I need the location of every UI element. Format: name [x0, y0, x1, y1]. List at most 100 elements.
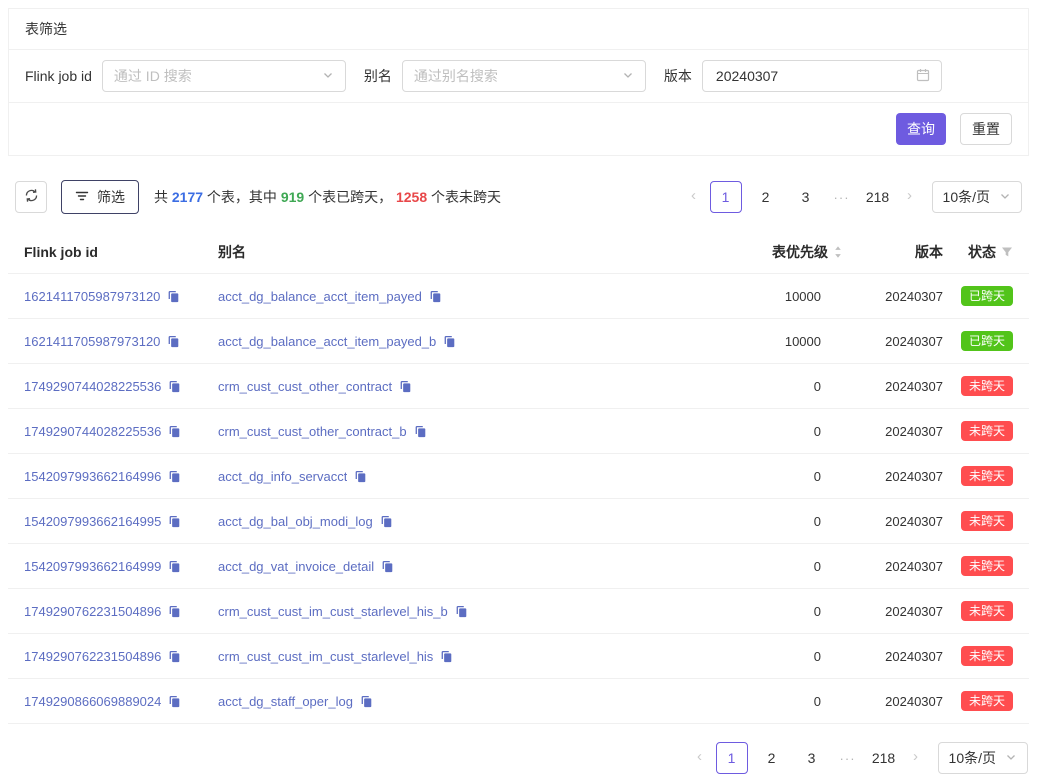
alias-link[interactable]: acct_dg_info_servacct: [218, 469, 347, 484]
job-id-link[interactable]: 1749290762231504896: [24, 604, 161, 619]
alias-link[interactable]: crm_cust_cust_other_contract: [218, 379, 392, 394]
column-header-status[interactable]: 状态: [943, 242, 1013, 262]
version-cell: 20240307: [843, 334, 943, 349]
calendar-icon[interactable]: [916, 68, 930, 85]
version-date-input[interactable]: [714, 67, 916, 85]
pagination-ellipsis: ···: [834, 751, 862, 766]
reset-button[interactable]: 重置: [960, 113, 1012, 145]
copy-icon[interactable]: [168, 650, 181, 663]
flink-job-id-select[interactable]: 通过 ID 搜索: [102, 60, 346, 92]
copy-icon[interactable]: [168, 605, 181, 618]
copy-icon[interactable]: [443, 335, 456, 348]
copy-icon[interactable]: [168, 380, 181, 393]
summary-text: 个表未跨天: [427, 189, 501, 205]
chevron-down-icon: [999, 189, 1011, 205]
toolbar: 筛选 共 2177 个表，其中 919 个表已跨天， 1258 个表未跨天 ‹1…: [8, 180, 1029, 214]
alias-cell: acct_dg_vat_invoice_detail: [218, 559, 663, 574]
alias-link[interactable]: crm_cust_cust_im_cust_starlevel_his_b: [218, 604, 448, 619]
status-cell: 未跨天: [943, 691, 1013, 711]
column-header-job-id: Flink job id: [24, 244, 218, 260]
copy-icon[interactable]: [429, 290, 442, 303]
alias-cell: crm_cust_cust_other_contract: [218, 379, 663, 394]
status-badge: 未跨天: [961, 646, 1013, 666]
prev-page-button[interactable]: ‹: [688, 742, 712, 774]
copy-icon[interactable]: [168, 470, 181, 483]
alias-select[interactable]: 通过别名搜索: [402, 60, 646, 92]
status-badge: 未跨天: [961, 511, 1013, 531]
page-button-218[interactable]: 218: [862, 181, 894, 213]
job-id-link[interactable]: 1749290762231504896: [24, 649, 161, 664]
copy-icon[interactable]: [380, 515, 393, 528]
priority-cell: 0: [663, 694, 843, 709]
alias-link[interactable]: acct_dg_bal_obj_modi_log: [218, 514, 373, 529]
status-cell: 未跨天: [943, 376, 1013, 396]
copy-icon[interactable]: [440, 650, 453, 663]
job-id-link[interactable]: 1749290866069889024: [24, 694, 161, 709]
flink-job-id-field: Flink job id 通过 ID 搜索: [25, 60, 346, 92]
prev-page-button[interactable]: ‹: [682, 181, 706, 213]
copy-icon[interactable]: [167, 335, 180, 348]
page-size-select[interactable]: 10条/页: [932, 181, 1022, 213]
job-id-cell: 1749290744028225536: [24, 379, 218, 394]
query-button[interactable]: 查询: [896, 113, 946, 145]
page-button-1[interactable]: 1: [716, 742, 748, 774]
job-id-link[interactable]: 1621411705987973120: [24, 334, 160, 349]
alias-link[interactable]: acct_dg_vat_invoice_detail: [218, 559, 374, 574]
priority-cell: 0: [663, 514, 843, 529]
copy-icon[interactable]: [455, 605, 468, 618]
alias-link[interactable]: acct_dg_balance_acct_item_payed_b: [218, 334, 436, 349]
copy-icon[interactable]: [168, 560, 181, 573]
filter-lines-icon: [75, 189, 89, 206]
alias-link[interactable]: crm_cust_cust_other_contract_b: [218, 424, 407, 439]
page-button-3[interactable]: 3: [796, 742, 828, 774]
copy-icon[interactable]: [168, 425, 181, 438]
funnel-filter-icon[interactable]: [1001, 246, 1013, 258]
copy-icon[interactable]: [168, 695, 181, 708]
status-cell: 已跨天: [943, 331, 1013, 351]
copy-icon[interactable]: [381, 560, 394, 573]
column-header-priority-label: 表优先级: [772, 242, 828, 262]
copy-icon[interactable]: [168, 515, 181, 528]
flink-job-id-label: Flink job id: [25, 68, 92, 84]
column-header-priority[interactable]: 表优先级: [663, 242, 843, 262]
job-id-link[interactable]: 1749290744028225536: [24, 424, 161, 439]
copy-icon[interactable]: [167, 290, 180, 303]
page-button-2[interactable]: 2: [750, 181, 782, 213]
job-id-link[interactable]: 1542097993662164999: [24, 559, 161, 574]
job-id-link[interactable]: 1621411705987973120: [24, 289, 160, 304]
priority-cell: 0: [663, 604, 843, 619]
page-button-218[interactable]: 218: [868, 742, 900, 774]
copy-icon[interactable]: [360, 695, 373, 708]
page-size-select[interactable]: 10条/页: [938, 742, 1028, 774]
job-id-link[interactable]: 1542097993662164996: [24, 469, 161, 484]
sort-icon[interactable]: [833, 245, 843, 259]
status-cell: 未跨天: [943, 556, 1013, 576]
alias-cell: acct_dg_balance_acct_item_payed: [218, 289, 663, 304]
copy-icon[interactable]: [354, 470, 367, 483]
priority-cell: 0: [663, 469, 843, 484]
job-id-link[interactable]: 1749290744028225536: [24, 379, 161, 394]
table-body: 1621411705987973120 acct_dg_balance_acct_…: [8, 274, 1029, 724]
alias-cell: acct_dg_bal_obj_modi_log: [218, 514, 663, 529]
chevron-down-icon: [1005, 750, 1017, 766]
priority-cell: 0: [663, 559, 843, 574]
alias-link[interactable]: acct_dg_balance_acct_item_payed: [218, 289, 422, 304]
next-page-button[interactable]: ›: [904, 742, 928, 774]
copy-icon[interactable]: [399, 380, 412, 393]
table-header: Flink job id 别名 表优先级 版本 状态: [8, 230, 1029, 274]
alias-link[interactable]: crm_cust_cust_im_cust_starlevel_his: [218, 649, 433, 664]
alias-link[interactable]: acct_dg_staff_oper_log: [218, 694, 353, 709]
next-page-button[interactable]: ›: [898, 181, 922, 213]
results-table: Flink job id 别名 表优先级 版本 状态 16214117059: [8, 230, 1029, 724]
refresh-button[interactable]: [15, 181, 47, 213]
job-id-cell: 1749290744028225536: [24, 424, 218, 439]
copy-icon[interactable]: [414, 425, 427, 438]
version-cell: 20240307: [843, 424, 943, 439]
status-cell: 未跨天: [943, 466, 1013, 486]
filter-toggle-button[interactable]: 筛选: [61, 180, 139, 214]
page-button-3[interactable]: 3: [790, 181, 822, 213]
version-cell: 20240307: [843, 379, 943, 394]
job-id-link[interactable]: 1542097993662164995: [24, 514, 161, 529]
page-button-2[interactable]: 2: [756, 742, 788, 774]
page-button-1[interactable]: 1: [710, 181, 742, 213]
